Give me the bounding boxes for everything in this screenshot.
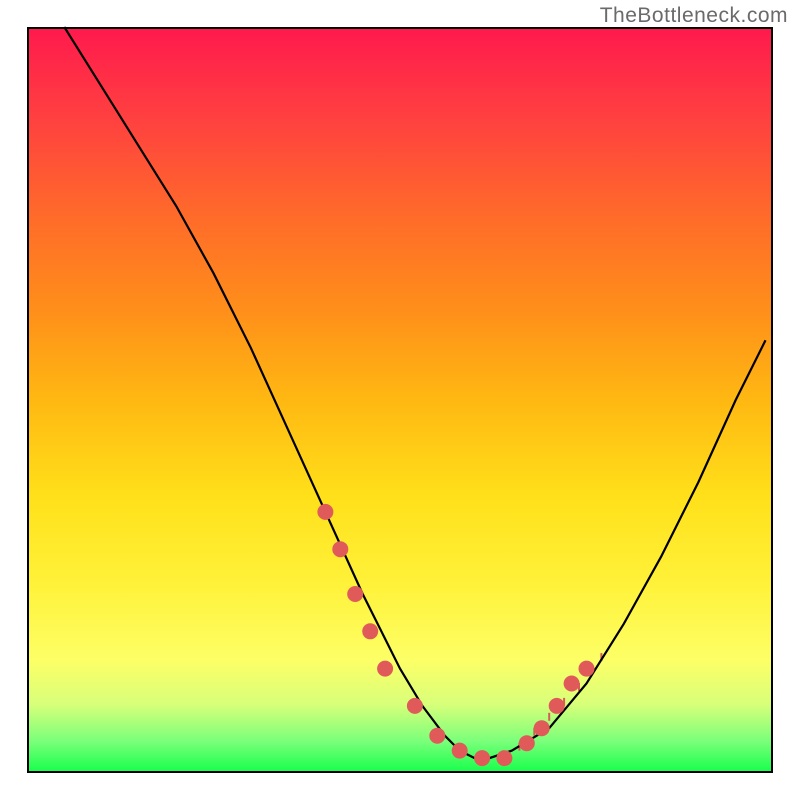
marker-group (317, 504, 594, 766)
chart-overlay-svg (27, 27, 773, 773)
marker-dot (317, 504, 333, 520)
curve-line (64, 27, 765, 758)
marker-dot (534, 720, 550, 736)
marker-dot (452, 743, 468, 759)
marker-dot (474, 750, 490, 766)
marker-dot (377, 661, 393, 677)
marker-dot (332, 541, 348, 557)
marker-dot (362, 623, 378, 639)
marker-dot (564, 676, 580, 692)
marker-dot (549, 698, 565, 714)
marker-dot (407, 698, 423, 714)
marker-dot (519, 735, 535, 751)
marker-dot (347, 586, 363, 602)
marker-dot (496, 750, 512, 766)
chart-frame: TheBottleneck.com (0, 0, 800, 800)
marker-dot (579, 661, 595, 677)
watermark-text: TheBottleneck.com (600, 4, 788, 28)
marker-dot (429, 728, 445, 744)
